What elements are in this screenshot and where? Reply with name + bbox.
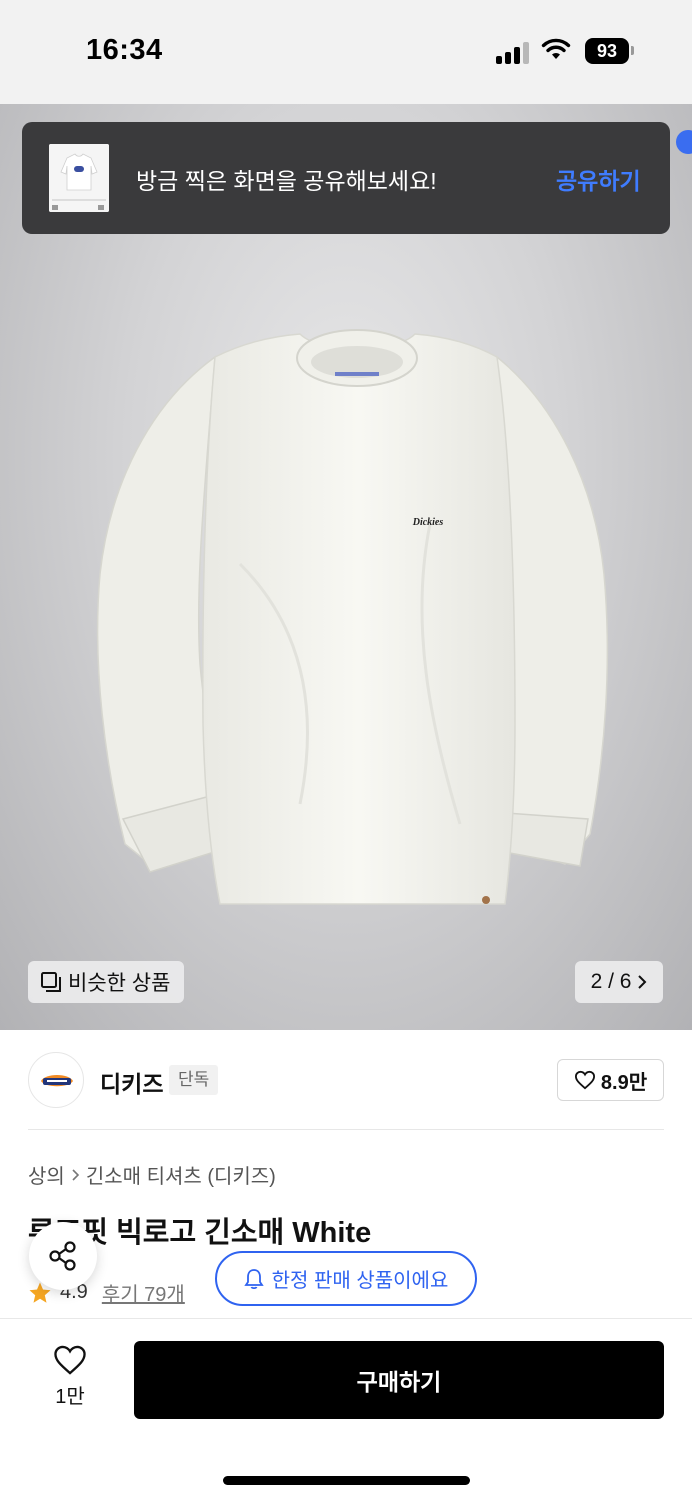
wifi-icon (541, 38, 571, 59)
exclusive-badge: 단독 (169, 1065, 219, 1095)
brand-like-count: 8.9만 (600, 1071, 648, 1094)
heart-icon (54, 1345, 86, 1375)
limited-sale-label: 한정 판매 상품이에요 (271, 1270, 449, 1292)
tshirt-logo-text: Dickies (412, 517, 444, 528)
reviews-link[interactable]: 후기 79개 (102, 1278, 185, 1307)
chevron-right-icon (638, 975, 647, 989)
heart-icon (574, 1070, 595, 1090)
brand-logo[interactable] (28, 1052, 84, 1108)
favorite-count: 1만 (55, 1386, 85, 1408)
battery-tip (631, 46, 634, 55)
toast-share-button[interactable]: 공유하기 (556, 162, 641, 196)
breadcrumb: 상의 긴소매 티셔츠 (디키즈) (28, 1160, 276, 1189)
product-image-gallery[interactable]: Dickies 비슷한 상품 2 / 6 (0, 104, 692, 1030)
battery-icon: 93 (585, 38, 629, 64)
divider (28, 1129, 664, 1130)
chevron-right-icon (72, 1168, 79, 1181)
buy-button[interactable]: 구매하기 (134, 1341, 664, 1419)
screenshot-thumbnail[interactable] (49, 144, 109, 212)
bell-icon (243, 1268, 264, 1289)
status-time: 16:34 (86, 34, 163, 66)
breadcrumb-category[interactable]: 상의 (28, 1160, 65, 1189)
share-button[interactable] (29, 1222, 97, 1290)
gallery-page-indicator[interactable]: 2 / 6 (575, 961, 663, 1003)
toast-message: 방금 찍은 화면을 공유해보세요! (136, 168, 437, 194)
favorite-button[interactable]: 1만 (40, 1344, 100, 1418)
screenshot-toast: 방금 찍은 화면을 공유해보세요! 공유하기 (22, 122, 670, 234)
home-indicator[interactable] (223, 1476, 470, 1485)
brand-name[interactable]: 디키즈 (100, 1065, 163, 1099)
similar-products-button[interactable]: 비슷한 상품 (28, 961, 185, 1003)
page-indicator-text: 2 / 6 (590, 970, 632, 993)
share-icon (49, 1241, 76, 1271)
similar-products-icon (41, 972, 61, 992)
brand-like-button[interactable]: 8.9만 (557, 1059, 664, 1101)
limited-sale-notice[interactable]: 한정 판매 상품이에요 (215, 1251, 477, 1306)
similar-products-label: 비슷한 상품 (68, 972, 171, 995)
signal-icon (496, 40, 532, 64)
status-bar: 16:34 93 (0, 0, 692, 104)
breadcrumb-subcategory[interactable]: 긴소매 티셔츠 (디키즈) (86, 1160, 276, 1189)
tshirt-image: Dickies (96, 329, 609, 905)
